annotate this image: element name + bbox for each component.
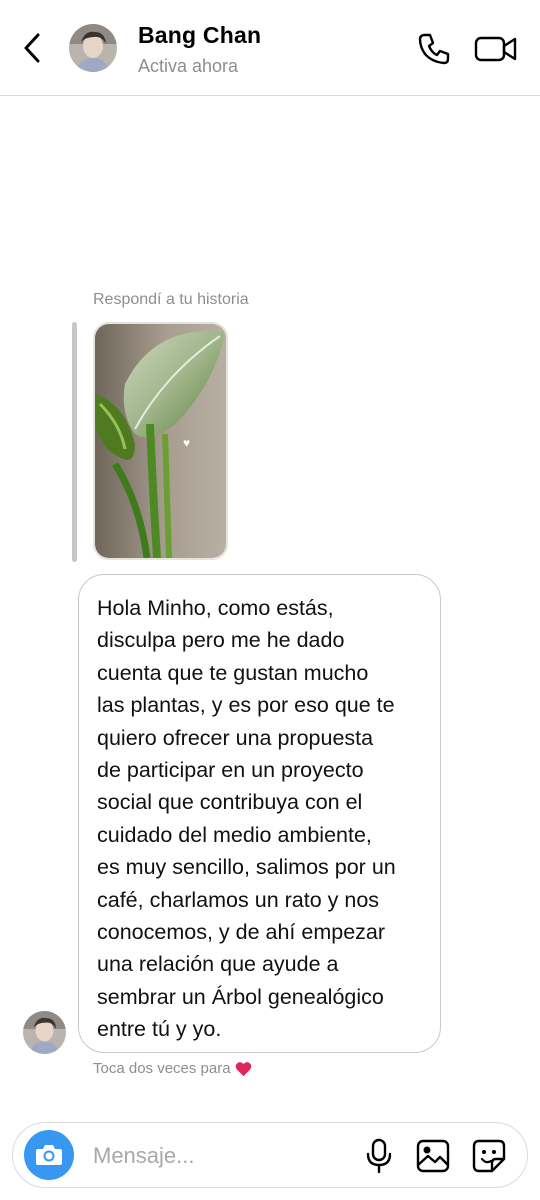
gallery-button[interactable] <box>413 1136 453 1176</box>
microphone-button[interactable] <box>361 1136 397 1176</box>
video-camera-icon <box>474 36 517 62</box>
microphone-icon <box>366 1138 392 1174</box>
message-bubble[interactable]: Hola Minho, como estás, disculpa pero me… <box>78 574 441 1053</box>
heart-icon: ♥ <box>183 436 191 450</box>
sticker-icon <box>472 1139 506 1173</box>
contact-name[interactable]: Bang Chan <box>138 22 261 49</box>
active-status: Activa ahora <box>138 56 239 76</box>
double-tap-text: Toca dos veces para <box>93 1060 231 1077</box>
phone-icon <box>418 33 450 65</box>
message-text: Hola Minho, como estás, disculpa pero me… <box>97 596 396 1042</box>
camera-icon <box>36 1145 62 1165</box>
double-tap-hint: Toca dos veces para <box>93 1060 252 1077</box>
video-call-button[interactable] <box>472 28 520 70</box>
gallery-icon <box>416 1139 450 1173</box>
header-divider <box>0 95 540 96</box>
message-input[interactable] <box>93 1139 343 1173</box>
message-composer <box>12 1122 528 1188</box>
story-reply-label: Respondí a tu historia <box>93 291 249 308</box>
chevron-left-icon <box>24 33 40 63</box>
camera-button[interactable] <box>24 1130 74 1180</box>
sticker-button[interactable] <box>469 1136 509 1176</box>
heart-icon <box>235 1061 251 1076</box>
sender-avatar[interactable] <box>23 1011 66 1054</box>
story-thumbnail[interactable]: ♥ <box>93 322 228 560</box>
voice-call-button[interactable] <box>413 28 455 70</box>
plant-photo <box>95 324 226 558</box>
back-button[interactable] <box>14 28 50 68</box>
avatar[interactable] <box>69 24 117 72</box>
reply-indicator-bar <box>72 322 77 562</box>
chat-header: Bang Chan Activa ahora <box>0 0 540 96</box>
